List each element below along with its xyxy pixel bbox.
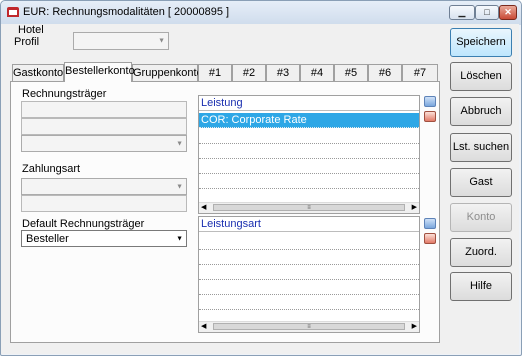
leistung-add-icon[interactable]: [424, 96, 436, 107]
loeschen-button[interactable]: Löschen: [450, 62, 512, 91]
minimize-icon: ▁: [458, 7, 466, 17]
leistung-remove-icon[interactable]: [424, 111, 436, 122]
chevron-down-icon: ▼: [158, 37, 165, 45]
tab-label: Bestellerkonto: [65, 65, 135, 77]
rechnungstraeger-field-1[interactable]: [21, 101, 187, 118]
rechnungstraeger-field-2[interactable]: [21, 118, 187, 135]
table-row[interactable]: [199, 143, 419, 159]
profil-label: Profil: [14, 36, 40, 48]
app-icon: [7, 7, 19, 17]
rechnungstraeger-dropdown[interactable]: ▼: [21, 135, 187, 152]
tab-label: #3: [276, 67, 290, 79]
lst-suchen-button[interactable]: Lst. suchen: [450, 133, 512, 162]
leistung-grid[interactable]: Leistung COR: Corporate Rate ◀ ≡ ▶: [198, 95, 420, 214]
tab-label: #4: [310, 67, 324, 79]
default-rechnungstraeger-dropdown[interactable]: Besteller ▼: [21, 230, 187, 247]
maximize-icon: □: [484, 7, 490, 17]
tab-label: #2: [242, 67, 256, 79]
chevron-down-icon: ▼: [176, 235, 183, 242]
tab-6[interactable]: #6: [368, 64, 402, 81]
table-row[interactable]: [199, 249, 419, 265]
window-title: EUR: Rechnungsmodalitäten [ 20000895 ]: [23, 6, 230, 18]
tab-label: #1: [208, 67, 222, 79]
grip-icon: ≡: [307, 205, 311, 211]
close-icon: ✕: [504, 7, 512, 17]
tab-bestellerkonto[interactable]: Bestellerkonto: [64, 62, 135, 82]
tab-label: #5: [344, 67, 358, 79]
default-rechnungstraeger-value: Besteller: [26, 233, 69, 245]
leistungsart-header: Leistungsart: [199, 217, 419, 232]
konto-suchen-button[interactable]: Konto suchen: [450, 203, 512, 250]
tab-label: #7: [413, 67, 427, 79]
maximize-button[interactable]: □: [475, 5, 499, 20]
leistungsart-horizontal-scrollbar[interactable]: ◀ ≡ ▶: [199, 321, 419, 332]
tab-label: #6: [378, 67, 392, 79]
default-rechnungstraeger-label: Default Rechnungsträger: [22, 218, 145, 230]
scroll-right-icon[interactable]: ▶: [412, 203, 417, 213]
zahlungsart-label: Zahlungsart: [22, 163, 81, 175]
hilfe-button[interactable]: Hilfe: [450, 272, 512, 301]
table-row[interactable]: [199, 279, 419, 295]
abbruch-button[interactable]: Abbruch: [450, 97, 512, 126]
table-row[interactable]: [199, 294, 419, 310]
scroll-left-icon[interactable]: ◀: [201, 322, 206, 332]
scroll-right-icon[interactable]: ▶: [412, 322, 417, 332]
chevron-down-icon: ▼: [176, 183, 183, 190]
tab-label: Gruppenkonto: [133, 67, 203, 79]
scroll-left-icon[interactable]: ◀: [201, 203, 206, 213]
grip-icon: ≡: [307, 324, 311, 330]
tab-2[interactable]: #2: [232, 64, 266, 81]
table-row[interactable]: COR: Corporate Rate: [199, 113, 419, 128]
leistungsart-remove-icon[interactable]: [424, 233, 436, 244]
leistung-header: Leistung: [199, 96, 419, 111]
tab-3[interactable]: #3: [266, 64, 300, 81]
title-bar[interactable]: EUR: Rechnungsmodalitäten [ 20000895 ] ▁…: [1, 1, 521, 25]
speichern-button[interactable]: Speichern: [450, 28, 512, 57]
minimize-button[interactable]: ▁: [449, 5, 475, 20]
scroll-thumb[interactable]: ≡: [213, 323, 405, 330]
table-row[interactable]: [199, 158, 419, 174]
close-button[interactable]: ✕: [499, 5, 517, 20]
rechnungstraeger-label: Rechnungsträger: [22, 88, 107, 100]
chevron-down-icon: ▼: [176, 140, 183, 147]
tab-label: Gastkonto: [13, 67, 64, 79]
table-row[interactable]: [199, 173, 419, 189]
scroll-thumb[interactable]: ≡: [213, 204, 405, 211]
tab-5[interactable]: #5: [334, 64, 368, 81]
tab-1[interactable]: #1: [198, 64, 232, 81]
table-row[interactable]: [199, 128, 419, 144]
zahlungsart-field[interactable]: [21, 195, 187, 212]
tab-7[interactable]: #7: [402, 64, 438, 81]
tab-4[interactable]: #4: [300, 64, 334, 81]
leistung-horizontal-scrollbar[interactable]: ◀ ≡ ▶: [199, 202, 419, 213]
leistungsart-add-icon[interactable]: [424, 218, 436, 229]
table-row[interactable]: [199, 234, 419, 250]
leistungsart-grid[interactable]: Leistungsart ◀ ≡ ▶: [198, 216, 420, 333]
profil-dropdown[interactable]: ▼: [73, 32, 169, 50]
tab-gastkonto[interactable]: Gastkonto: [12, 64, 64, 81]
zuord-loeschen-button[interactable]: Zuord. löscher: [450, 238, 512, 285]
tab-gruppenkonto[interactable]: Gruppenkonto: [132, 64, 203, 81]
zahlungsart-dropdown[interactable]: ▼: [21, 178, 187, 195]
gast-suchen-button[interactable]: Gast suchen: [450, 168, 512, 215]
table-row[interactable]: [199, 264, 419, 280]
hotel-label: Hotel: [18, 24, 44, 36]
